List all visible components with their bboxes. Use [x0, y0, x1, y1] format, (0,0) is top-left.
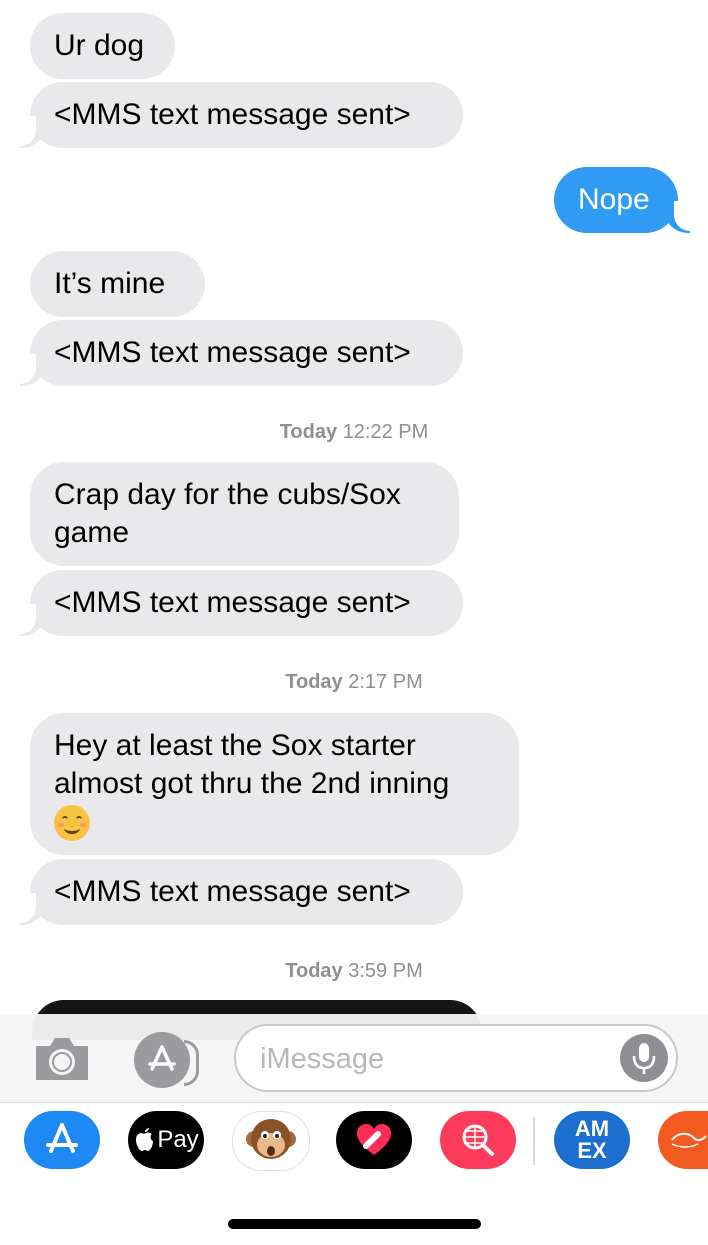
bubble-tail: [14, 354, 46, 386]
partial-app-icon[interactable]: [658, 1111, 708, 1169]
message-text: Hey at least the Sox starter almost got …: [54, 729, 450, 800]
message-input[interactable]: [258, 1038, 602, 1080]
app-store-icon[interactable]: [24, 1111, 100, 1169]
home-indicator[interactable]: [228, 1219, 481, 1229]
amex-label-top: AM: [574, 1116, 610, 1141]
app-drawer-divider: [533, 1117, 535, 1165]
apple-pay-label: Pay: [157, 1126, 199, 1153]
message-text: <MMS text message sent>: [54, 586, 411, 619]
message-text: Crap day for the cubs/Sox game: [54, 478, 401, 549]
microphone-icon[interactable]: [620, 1034, 668, 1082]
timestamp-time: 2:17 PM: [348, 671, 423, 693]
animoji-monkey-icon[interactable]: [232, 1111, 310, 1171]
bubble-tail: [14, 604, 46, 636]
message-text: <MMS text message sent>: [54, 336, 411, 369]
message-text: <MMS text message sent>: [54, 98, 411, 131]
amex-label-bottom: EX: [577, 1138, 607, 1163]
message-composer-bar: [0, 1014, 708, 1102]
bubble-tail: [664, 201, 696, 233]
message-bubble-received[interactable]: Ur dog: [30, 13, 175, 79]
timestamp-day: Today: [285, 960, 343, 982]
camera-icon[interactable]: [32, 1034, 92, 1084]
message-bubble-sent[interactable]: Nope: [554, 167, 678, 233]
timestamp: Today 3:59 PM: [0, 960, 708, 983]
message-bubble-received[interactable]: <MMS text message sent>: [30, 320, 463, 386]
apple-pay-icon[interactable]: Pay: [128, 1111, 204, 1169]
app-drawer: Pay AM EX: [0, 1102, 708, 1181]
timestamp-time: 3:59 PM: [348, 960, 423, 982]
message-text: <MMS text message sent>: [54, 875, 411, 908]
timestamp-day: Today: [279, 421, 338, 443]
message-input-field[interactable]: [234, 1024, 678, 1092]
timestamp-day: Today: [285, 671, 343, 693]
message-bubble-received[interactable]: <MMS text message sent>: [30, 82, 463, 148]
message-bubble-received[interactable]: <MMS text message sent>: [30, 859, 463, 925]
message-bubble-received[interactable]: <MMS text message sent>: [30, 570, 463, 636]
timestamp: Today 12:22 PM: [0, 421, 708, 444]
timestamp-time: 12:22 PM: [342, 421, 429, 443]
message-bubble-received[interactable]: Crap day for the cubs/Sox game: [30, 462, 459, 566]
timestamp: Today 2:17 PM: [0, 671, 708, 694]
image-search-icon[interactable]: [440, 1111, 516, 1169]
message-bubble-received[interactable]: It’s mine: [30, 251, 205, 317]
digital-touch-icon[interactable]: [336, 1111, 412, 1169]
smiling-face-emoji-icon: [54, 805, 90, 842]
bubble-tail: [14, 116, 46, 148]
message-bubble-received[interactable]: Hey at least the Sox starter almost got …: [30, 713, 519, 855]
american-express-icon[interactable]: AM EX: [554, 1111, 630, 1169]
app-store-toggle-icon[interactable]: [134, 1032, 199, 1088]
message-text: It’s mine: [54, 267, 166, 300]
message-text: Ur dog: [54, 29, 145, 62]
bubble-tail: [14, 893, 46, 925]
message-text: Nope: [578, 183, 650, 216]
